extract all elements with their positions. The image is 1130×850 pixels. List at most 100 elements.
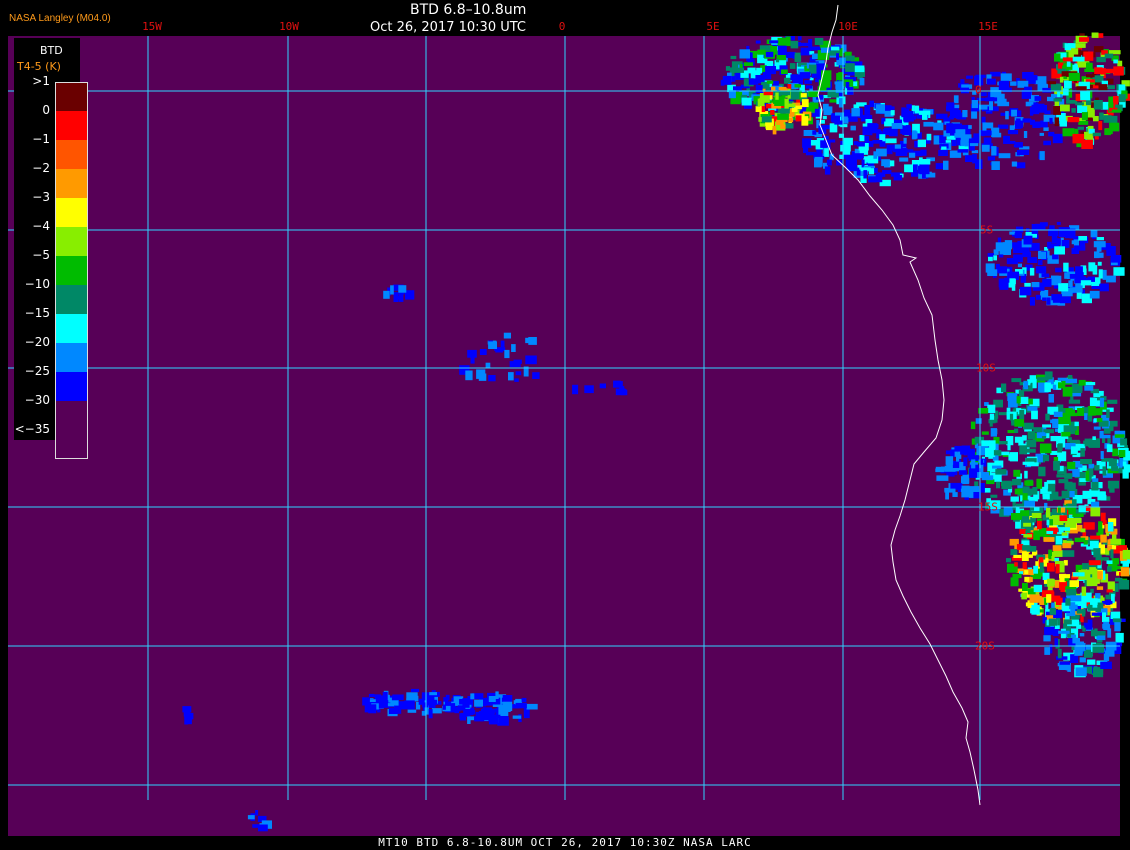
- cloud-pixel: [997, 243, 1003, 251]
- cloud-pixel: [1069, 580, 1079, 587]
- cloud-pixel: [1080, 91, 1091, 101]
- cloud-pixel: [1039, 443, 1052, 454]
- cloud-pixel: [1010, 549, 1018, 556]
- cloud-pixel: [1046, 530, 1054, 534]
- cloud-pixel: [1046, 594, 1052, 603]
- cloud-pixel: [1091, 629, 1098, 637]
- cloud-pixel: [467, 349, 477, 358]
- lat-label-5s: 5S: [980, 223, 994, 237]
- cloud-pixel: [868, 125, 877, 134]
- cloud-pixel: [1018, 390, 1025, 397]
- cloud-pixel: [794, 52, 802, 62]
- cloud-pixel: [1023, 422, 1034, 430]
- cloud-pixel: [1037, 520, 1042, 530]
- cloud-pixel: [1078, 106, 1088, 113]
- cloud-pixel: [1031, 512, 1042, 519]
- cloud-pixel: [1050, 496, 1062, 500]
- cloud-pixel: [382, 691, 388, 701]
- cloud-pixel: [1044, 371, 1053, 380]
- cloud-pixel: [1052, 545, 1062, 551]
- cloud-pixel: [1032, 378, 1037, 389]
- cloud-pixel: [488, 696, 496, 702]
- cloud-pixel: [1044, 627, 1055, 635]
- cloud-pixel: [1112, 448, 1119, 457]
- cloud-pixel: [946, 126, 956, 134]
- cloud-pixel: [894, 144, 901, 149]
- cloud-pixel: [981, 144, 990, 152]
- cloud-pixel: [1071, 240, 1075, 245]
- cloud-pixel: [1011, 109, 1017, 117]
- cloud-pixel: [1033, 427, 1043, 433]
- cloud-pixel: [1039, 562, 1044, 573]
- cloud-pixel: [1091, 481, 1099, 491]
- cloud-pixel: [383, 290, 390, 299]
- cloud-pixel: [1082, 627, 1086, 632]
- legend-level-label: −4: [32, 219, 50, 233]
- cloud-pixel: [1010, 496, 1019, 502]
- cloud-pixel: [920, 149, 927, 156]
- cloud-pixel: [470, 707, 475, 715]
- cloud-pixel: [1047, 81, 1056, 85]
- cloud-pixel: [1059, 574, 1071, 579]
- cloud-pixel: [410, 688, 420, 692]
- cloud-pixel: [875, 104, 885, 114]
- cloud-pixel: [1022, 118, 1032, 123]
- cloud-pixel: [775, 92, 779, 100]
- cloud-pixel: [183, 709, 191, 717]
- cloud-pixel: [1042, 493, 1050, 500]
- image-datetime: Oct 26, 2017 10:30 UTC: [370, 20, 526, 35]
- cloud-pixel: [1053, 550, 1063, 557]
- cloud-pixel: [996, 481, 1000, 489]
- cloud-pixel: [1100, 534, 1107, 543]
- cloud-pixel: [1080, 459, 1092, 465]
- cloud-pixel: [983, 137, 992, 146]
- cloud-pixel: [1087, 117, 1093, 121]
- cloud-pixel: [987, 269, 998, 276]
- cloud-pixel: [987, 78, 996, 85]
- cloud-pixel: [1120, 567, 1130, 577]
- cloud-pixel: [1107, 628, 1112, 638]
- cloud-pixel: [1053, 98, 1062, 102]
- cloud-pixel: [1080, 280, 1092, 286]
- cloud-pixel: [881, 159, 890, 167]
- legend-level-label: −5: [32, 248, 50, 262]
- cloud-pixel: [989, 101, 993, 111]
- cloud-pixel: [1079, 633, 1085, 637]
- cloud-pixel: [500, 340, 505, 348]
- cloud-pixel: [856, 169, 861, 176]
- cloud-pixel: [1100, 512, 1106, 522]
- cloud-pixel: [993, 255, 997, 261]
- cloud-pixel: [1061, 71, 1069, 77]
- cloud-pixel: [1091, 32, 1099, 38]
- cloud-pixel: [1097, 261, 1102, 266]
- cloud-pixel: [1033, 530, 1040, 541]
- cloud-pixel: [836, 160, 843, 166]
- lon-label-10w: 10W: [279, 20, 299, 33]
- cloud-pixel: [1099, 283, 1109, 292]
- cloud-pixel: [1053, 411, 1063, 417]
- cloud-pixel: [1060, 104, 1070, 112]
- cloud-pixel: [1101, 68, 1106, 75]
- cloud-pixel: [933, 135, 940, 145]
- cloud-pixel: [572, 384, 579, 395]
- cloud-pixel: [845, 55, 855, 61]
- cloud-pixel: [1086, 74, 1095, 78]
- cloud-pixel: [1039, 151, 1045, 161]
- cloud-pixel: [1113, 59, 1118, 64]
- cloud-pixel: [913, 164, 918, 175]
- cloud-pixel: [763, 91, 773, 96]
- cloud-pixel: [739, 49, 750, 59]
- cloud-pixel: [903, 137, 907, 144]
- cloud-pixel: [1118, 450, 1126, 458]
- cloud-pixel: [1064, 577, 1070, 582]
- cloud-pixel: [1039, 132, 1044, 136]
- cloud-pixel: [762, 71, 772, 80]
- cloud-pixel: [1007, 130, 1019, 135]
- cloud-pixel: [1005, 111, 1009, 120]
- cloud-pixel: [943, 160, 949, 170]
- cloud-pixel: [488, 715, 499, 725]
- cloud-pixel: [1097, 602, 1104, 609]
- cloud-pixel: [875, 173, 883, 183]
- cloud-pixel: [1080, 448, 1085, 457]
- cloud-pixel: [247, 815, 255, 820]
